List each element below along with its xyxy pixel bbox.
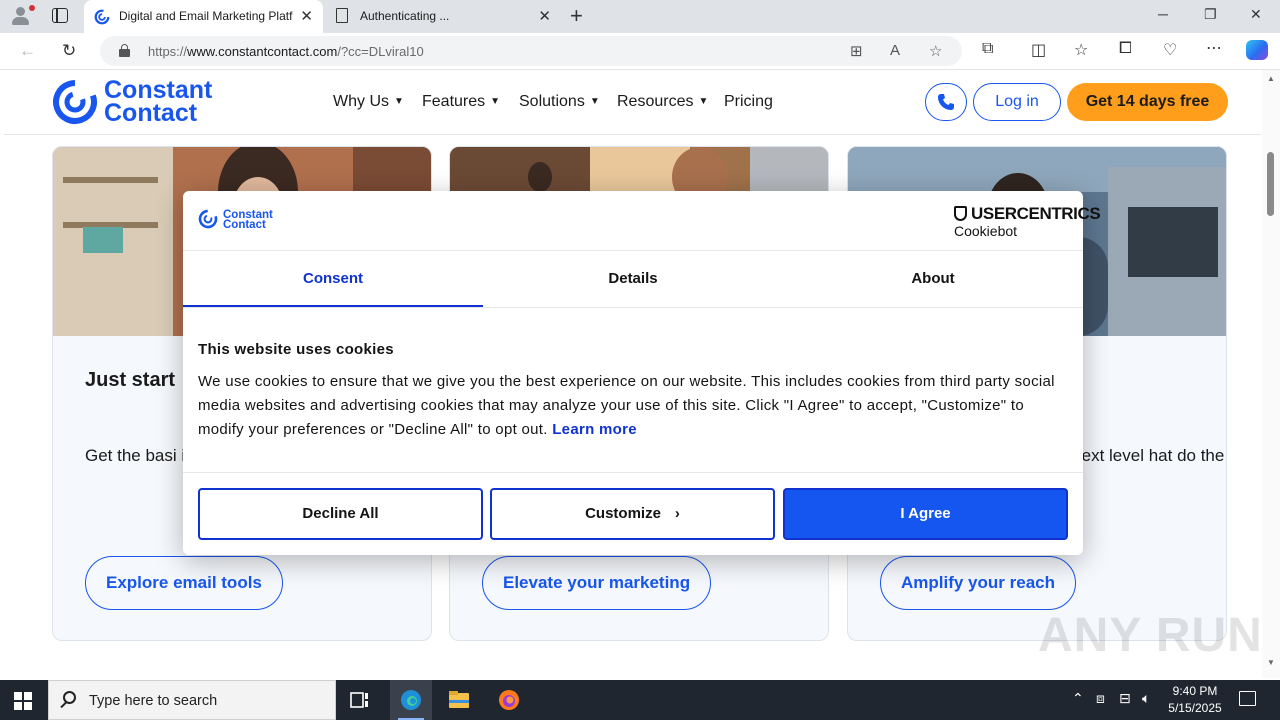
close-tab-icon[interactable]: ✕	[538, 7, 551, 25]
notification-icon[interactable]	[1239, 691, 1256, 706]
url-text: https://www.constantcontact.com/?cc=DLvi…	[148, 44, 424, 59]
task-view-icon[interactable]	[348, 688, 372, 712]
phone-button[interactable]	[925, 83, 967, 121]
tab-title: Authenticating ...	[360, 9, 450, 23]
extensions-icon[interactable]: ⧉	[982, 40, 993, 58]
back-icon[interactable]: ←	[19, 41, 36, 61]
tab-consent[interactable]: Consent	[183, 251, 483, 307]
more-menu-icon[interactable]: ⋯	[1206, 38, 1222, 58]
chevron-right-icon: ›	[674, 505, 680, 522]
chevron-down-icon: ▼	[698, 96, 709, 107]
tab-about[interactable]: About	[783, 251, 1083, 307]
volume-icon[interactable]: 🔈︎	[1142, 690, 1150, 707]
tab-title: Digital and Email Marketing Platf	[119, 9, 293, 23]
lock-icon[interactable]	[119, 44, 130, 57]
browser-essentials-icon[interactable]: ♡	[1163, 40, 1177, 60]
nav-features[interactable]: Features ▼	[422, 93, 500, 111]
windows-start-icon[interactable]	[14, 692, 32, 710]
address-bar[interactable]: https://www.constantcontact.com/?cc=DLvi…	[100, 36, 962, 66]
chevron-down-icon: ▼	[394, 96, 404, 107]
shield-icon	[954, 206, 967, 221]
scroll-down-icon[interactable]: ▼	[1267, 658, 1275, 667]
browser-tab-inactive[interactable]: Authenticating ... ✕	[325, 0, 561, 33]
dialog-logo-wordmark: Constant Contact	[223, 209, 273, 231]
tab-details[interactable]: Details	[483, 251, 783, 307]
taskbar-clock[interactable]: 9:40 PM 5/15/2025	[1160, 683, 1230, 717]
device-icon[interactable]: ⧈	[1096, 690, 1105, 707]
address-toolbar: ← ↻ https://www.constantcontact.com/?cc=…	[0, 33, 1280, 70]
close-tab-icon[interactable]: ✕	[300, 7, 313, 25]
explore-email-tools-button[interactable]: Explore email tools	[85, 556, 283, 610]
divider	[183, 307, 1083, 308]
i-agree-button[interactable]: I Agree	[783, 488, 1068, 540]
learn-more-link[interactable]: Learn more	[552, 421, 637, 438]
chevron-down-icon: ▼	[490, 96, 501, 107]
refresh-icon[interactable]: ↻	[62, 41, 76, 61]
constant-contact-favicon-icon	[94, 9, 110, 25]
collections-icon[interactable]: ⧠	[1119, 40, 1132, 58]
scroll-up-icon[interactable]: ▲	[1267, 74, 1275, 83]
copilot-icon[interactable]	[1246, 40, 1268, 60]
logo-wordmark[interactable]: Constant Contact	[104, 78, 212, 126]
minimize-icon[interactable]: ─	[1158, 6, 1168, 22]
close-window-icon[interactable]: ✕	[1250, 6, 1262, 23]
elevate-marketing-button[interactable]: Elevate your marketing	[482, 556, 712, 610]
file-explorer-icon[interactable]	[447, 688, 471, 712]
read-aloud-icon[interactable]: A	[890, 42, 900, 59]
nav-solutions[interactable]: Solutions ▼	[519, 93, 600, 111]
dialog-body-text: We use cookies to ensure that we give yo…	[198, 373, 1055, 438]
profile-icon[interactable]	[8, 5, 35, 27]
nav-pricing[interactable]: Pricing	[724, 93, 773, 111]
browser-tab-active[interactable]: Digital and Email Marketing Platf ✕	[84, 0, 323, 33]
constant-contact-logo-icon[interactable]	[52, 79, 98, 125]
chevron-up-icon[interactable]: ⌃	[1072, 690, 1084, 707]
decline-all-button[interactable]: Decline All	[198, 488, 483, 540]
new-tab-icon[interactable]: +	[570, 3, 583, 29]
split-screen-icon[interactable]: ◫	[1031, 40, 1046, 60]
cookie-consent-dialog: Constant Contact USERCENTRICS Cookiebot …	[183, 191, 1101, 555]
nav-why-us[interactable]: Why Us ▼	[333, 93, 404, 111]
favorites-icon[interactable]: ☆	[1074, 40, 1088, 60]
taskbar-search-box[interactable]: Type here to search	[48, 680, 336, 720]
site-header: Constant Contact Why Us ▼ Features ▼ Solut…	[4, 70, 1261, 135]
free-trial-button[interactable]: Get 14 days free	[1067, 83, 1228, 121]
app-available-icon[interactable]: ⊞	[850, 42, 863, 60]
edge-browser-icon[interactable]	[399, 688, 423, 712]
firefox-icon[interactable]	[497, 688, 521, 712]
browser-tab-strip: Digital and Email Marketing Platf ✕ Auth…	[0, 0, 1280, 33]
chevron-down-icon: ▼	[589, 96, 600, 107]
tab-actions-icon[interactable]	[52, 8, 68, 23]
page-scrollbar[interactable]: ▲ ▼	[1262, 70, 1280, 678]
network-icon[interactable]: ⊟	[1119, 690, 1131, 707]
amplify-reach-button[interactable]: Amplify your reach	[880, 556, 1076, 610]
favorite-star-icon[interactable]: ☆	[929, 42, 942, 60]
phone-icon	[938, 94, 954, 110]
dialog-heading: This website uses cookies	[198, 341, 394, 358]
search-icon	[63, 691, 76, 704]
watermark: ANY RUN	[1038, 609, 1263, 662]
card-description: e next level hat do the	[1058, 446, 1225, 465]
scrollbar-thumb[interactable]	[1267, 152, 1274, 216]
customize-button[interactable]: Customize ›	[490, 488, 775, 540]
windows-taskbar: Type here to search ⌃ ⧈ ⊟ 🔈︎ 9:40 PM 5/1…	[0, 680, 1280, 720]
document-icon	[336, 8, 348, 23]
nav-resources[interactable]: Resources ▼	[617, 93, 708, 111]
divider	[183, 472, 1083, 473]
restore-icon[interactable]: ❐	[1204, 6, 1217, 23]
login-button[interactable]: Log in	[973, 83, 1061, 121]
constant-contact-logo-icon	[198, 209, 218, 229]
card-heading: Just start	[85, 369, 176, 391]
